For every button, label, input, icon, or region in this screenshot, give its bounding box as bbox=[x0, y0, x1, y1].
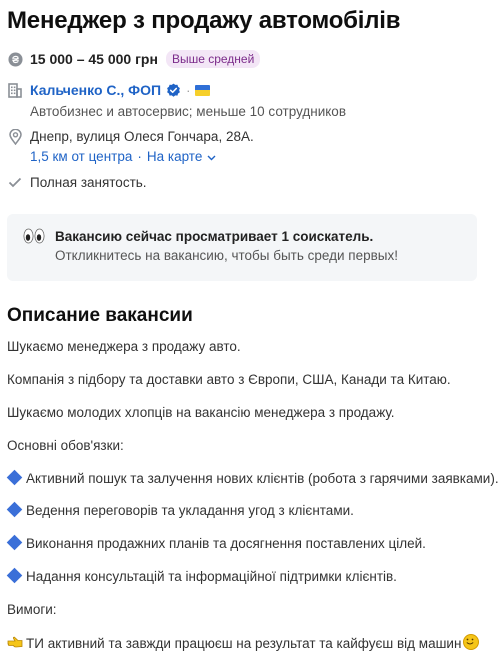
list-item: ТИ активний та завжди працюєш на результ… bbox=[7, 634, 493, 654]
notice-title: Вакансию сейчас просматривает 1 соискате… bbox=[55, 229, 374, 244]
description-line: Компанія з підбору та доставки авто з Єв… bbox=[7, 371, 493, 390]
employment-type: Полная занятость. bbox=[30, 174, 147, 190]
notice-subtitle: Откликнитесь на вакансию, чтобы быть сре… bbox=[55, 248, 398, 263]
description-line: Вимоги: bbox=[7, 601, 493, 620]
vacancy-description: Шукаємо менеджера з продажу авто. Компан… bbox=[6, 338, 499, 654]
line-text: Надання консультацій та інформаційної пі… bbox=[26, 569, 397, 585]
distance-link[interactable]: 1,5 км от центра bbox=[30, 149, 132, 164]
list-item: Виконання продажних планів та досягнення… bbox=[6, 535, 493, 554]
address-row: Днепр, вулиця Олеся Гончара, 28А. 1,5 км… bbox=[7, 128, 493, 164]
description-line: Шукаємо менеджера з продажу авто. bbox=[7, 338, 493, 357]
blue-diamond-icon bbox=[6, 535, 23, 551]
description-line: Основні обов'язки: bbox=[7, 437, 493, 456]
company-separator: · bbox=[186, 82, 191, 98]
address-links: 1,5 км от центра · На карте bbox=[30, 149, 254, 164]
checkmark-icon bbox=[7, 174, 23, 190]
hryvnia-coin-icon bbox=[7, 51, 23, 67]
address-block: Днепр, вулиця Олеся Гончара, 28А. 1,5 км… bbox=[30, 128, 254, 164]
viewers-notice: Вакансию сейчас просматривает 1 соискате… bbox=[7, 214, 477, 281]
pointing-hand-icon bbox=[7, 635, 23, 654]
salary-range: 15 000 – 45 000 грн bbox=[30, 51, 158, 67]
list-item: Надання консультацій та інформаційної пі… bbox=[6, 567, 493, 587]
map-link-label: На карте bbox=[146, 149, 203, 164]
verified-check-icon bbox=[166, 83, 181, 98]
company-row: Кальченко С., ФОП · Автобизнес и автосер… bbox=[7, 81, 493, 119]
company-link[interactable]: Кальченко С., ФОП bbox=[30, 82, 161, 98]
vacancy-page: Менеджер з продажу автомобілів 15 000 – … bbox=[0, 0, 500, 654]
smiling-face-icon bbox=[463, 634, 480, 651]
company-top: Кальченко С., ФОП · bbox=[30, 81, 346, 99]
ukraine-flag-icon bbox=[195, 84, 211, 96]
blue-diamond-icon bbox=[6, 469, 23, 485]
company-description: Автобизнес и автосервис; меньше 10 сотру… bbox=[30, 104, 346, 119]
line-text: Ведення переговорів та укладання угод з … bbox=[26, 503, 354, 519]
map-link[interactable]: На карте bbox=[147, 149, 216, 164]
map-pin-icon bbox=[7, 129, 23, 145]
line-text: Шукаємо менеджера з продажу авто. bbox=[7, 339, 241, 354]
line-text: Виконання продажних планів та досягнення… bbox=[26, 536, 426, 552]
address-text: Днепр, вулиця Олеся Гончара, 28А. bbox=[30, 129, 254, 144]
blue-diamond-icon bbox=[6, 567, 23, 584]
salary-badge: Выше средней bbox=[165, 50, 261, 68]
line-text: Шукаємо молодих хлопців на вакансію мене… bbox=[7, 404, 395, 420]
chevron-down-icon bbox=[207, 149, 216, 164]
line-text: Основні обов'язки: bbox=[7, 437, 124, 453]
building-icon bbox=[7, 82, 23, 98]
section-heading: Описание вакансии bbox=[7, 305, 193, 326]
blue-diamond-icon bbox=[6, 502, 23, 518]
line-text: Вимоги: bbox=[7, 602, 57, 618]
company-info: Кальченко С., ФОП · Автобизнес и автосер… bbox=[30, 81, 346, 119]
page-title: Менеджер з продажу автомобілів bbox=[7, 7, 401, 34]
list-item: Ведення переговорів та укладання угод з … bbox=[6, 502, 493, 521]
link-separator: · bbox=[137, 149, 142, 164]
line-text: ТИ активний та завжди працюєш на результ… bbox=[26, 636, 462, 652]
line-text: Компанія з підбору та доставки авто з Єв… bbox=[7, 371, 451, 387]
list-item: Активний пошук та залучення нових клієнт… bbox=[6, 469, 499, 489]
description-line: Шукаємо молодих хлопців на вакансію мене… bbox=[7, 404, 493, 423]
eyes-icon bbox=[23, 228, 45, 248]
notice-text: Вакансию сейчас просматривает 1 соискате… bbox=[55, 228, 398, 265]
salary-row: 15 000 – 45 000 грн Выше средней bbox=[7, 49, 493, 69]
line-text: Активний пошук та залучення нових клієнт… bbox=[26, 470, 499, 486]
employment-row: Полная занятость. bbox=[7, 174, 493, 190]
